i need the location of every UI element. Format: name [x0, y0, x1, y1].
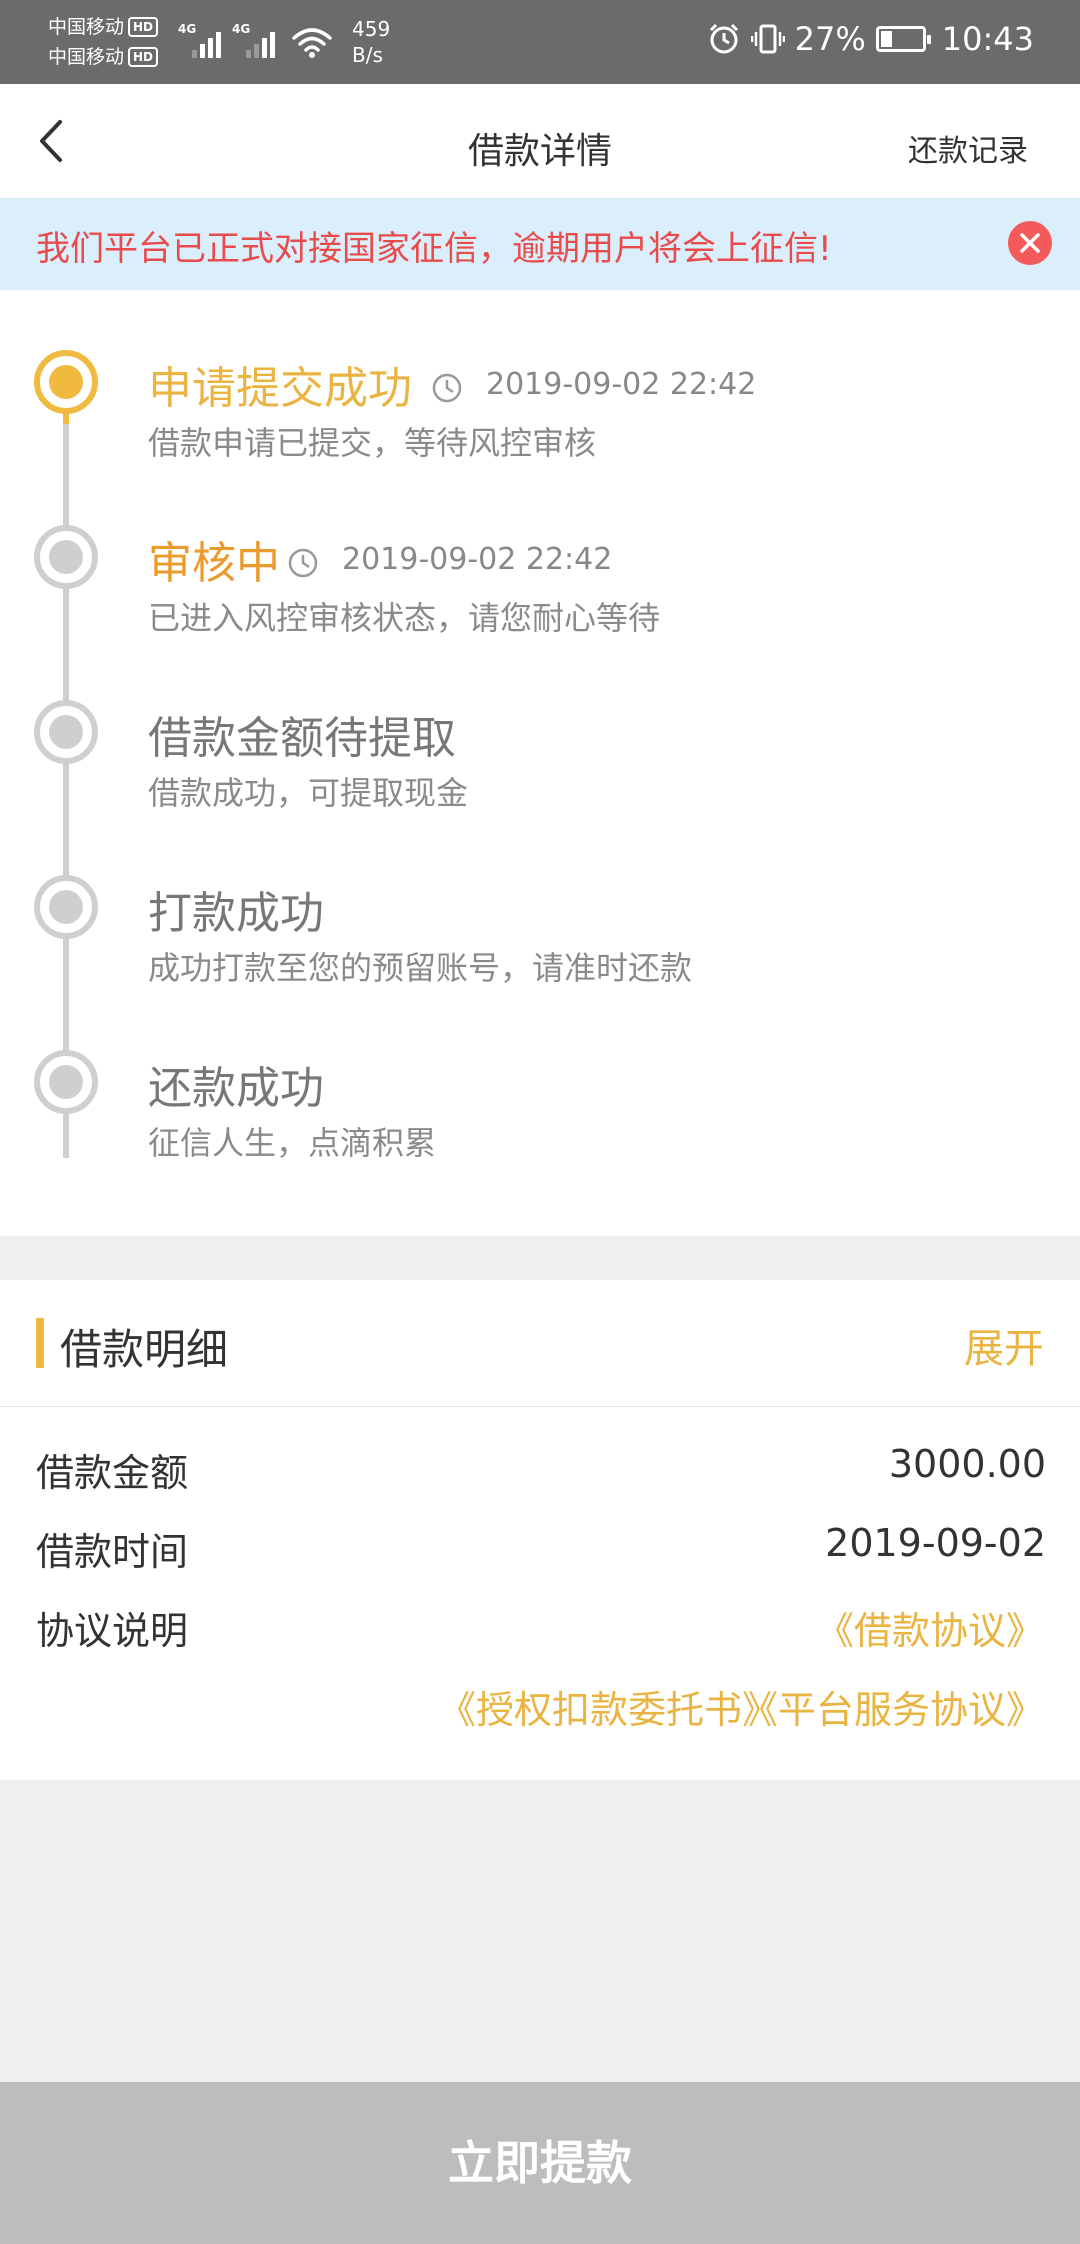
step-title: 还款成功 [148, 1063, 324, 1114]
agreement-links-row: 《授权扣款委托书》 《平台服务协议》 [0, 1679, 1080, 1739]
step-desc: 已进入风控审核状态，请您耐心等待 [148, 599, 661, 637]
notice-text: 我们平台已正式对接国家征信，逾期用户将会上征信! [36, 229, 832, 269]
carrier-name-1: 中国移动 [48, 16, 125, 38]
alarm-icon [709, 23, 738, 54]
clock-icon [288, 548, 318, 578]
step-title: 审核中 [148, 538, 280, 589]
status-bar: 中国移动 HD 中国移动 HD 4G 4G 459 B/s 27% 10:43 [0, 0, 1080, 84]
loan-time-label: 借款时间 [36, 1530, 189, 1574]
step-dot [34, 875, 98, 939]
step-time: 2019-09-02 22:42 [486, 366, 757, 402]
authorization-agreement-link[interactable]: 《授权扣款委托书》 [438, 1679, 780, 1734]
progress-timeline: 申请提交成功 2019-09-02 22:42 借款申请已提交，等待风控审核 审… [0, 290, 1080, 1236]
agreement-row: 协议说明 《借款协议》 [0, 1600, 1080, 1660]
loan-agreement-link[interactable]: 《借款协议》 [816, 1600, 1044, 1655]
close-icon[interactable] [1008, 221, 1052, 265]
battery-level [880, 31, 892, 47]
battery-percent: 27% [794, 20, 866, 58]
status-right: 27% 10:43 [707, 20, 1034, 58]
loan-detail-card: 借款明细 展开 借款金额 3000.00 借款时间 2019-09-02 协议说… [0, 1280, 1080, 1780]
timeline-step-reviewing: 审核中 2019-09-02 22:42 已进入风控审核状态，请您耐心等待 [0, 525, 1080, 675]
hd-badge-1: HD [128, 17, 159, 37]
wifi-icon [292, 28, 332, 58]
step-dot [34, 700, 98, 764]
nav-header: 借款详情 还款记录 [0, 84, 1080, 199]
net-speed-value: 459 [352, 17, 391, 41]
section-title: 借款明细 [60, 1325, 229, 1374]
timeline-step-submitted: 申请提交成功 2019-09-02 22:42 借款申请已提交，等待风控审核 [0, 350, 1080, 500]
battery-icon [875, 26, 931, 52]
notice-banner: 我们平台已正式对接国家征信，逾期用户将会上征信! [0, 199, 1080, 290]
step-desc: 借款申请已提交，等待风控审核 [148, 424, 597, 462]
agreement-label: 协议说明 [36, 1609, 189, 1653]
timeline-step-paid: 打款成功 成功打款至您的预留账号，请准时还款 [0, 875, 1080, 1025]
step-title: 申请提交成功 [148, 363, 412, 414]
signal-icon: 4G [232, 20, 276, 60]
timeline-step-repaid: 还款成功 征信人生，点滴积累 [0, 1050, 1080, 1200]
timeline-step-withdraw: 借款金额待提取 借款成功，可提取现金 [0, 700, 1080, 850]
step-dot-done [34, 350, 98, 414]
signal-icon: 4G [178, 20, 222, 60]
loan-amount-value: 3000.00 [888, 1442, 1046, 1486]
step-dot [34, 525, 98, 589]
step-desc: 成功打款至您的预留账号，请准时还款 [148, 949, 693, 987]
withdraw-now-button[interactable]: 立即提款 [0, 2082, 1080, 2244]
repayment-record-link[interactable]: 还款记录 [908, 126, 1028, 170]
step-desc: 借款成功，可提取现金 [148, 774, 469, 812]
clock-time: 10:43 [941, 20, 1034, 58]
loan-time-value: 2019-09-02 [825, 1521, 1046, 1565]
step-title: 打款成功 [148, 888, 324, 939]
vibrate-icon [750, 24, 785, 54]
section-accent-bar [36, 1318, 44, 1368]
step-title: 借款金额待提取 [148, 713, 456, 764]
loan-time-row: 借款时间 2019-09-02 [0, 1521, 1080, 1581]
step-time: 2019-09-02 22:42 [342, 541, 613, 577]
step-dot [34, 1050, 98, 1114]
carrier-info: 中国移动 HD 中国移动 HD [48, 12, 159, 72]
platform-service-agreement-link[interactable]: 《平台服务协议》 [740, 1679, 1044, 1734]
hd-badge-2: HD [128, 47, 159, 67]
expand-button[interactable]: 展开 [964, 1316, 1044, 1374]
signal-indicators: 4G 4G [178, 20, 332, 60]
clock-icon [432, 373, 462, 403]
loan-amount-row: 借款金额 3000.00 [0, 1442, 1080, 1502]
step-desc: 征信人生，点滴积累 [148, 1124, 437, 1162]
net-speed: 459 B/s [352, 16, 390, 68]
loan-detail-header: 借款明细 展开 [0, 1280, 1080, 1407]
net-speed-unit: B/s [352, 43, 383, 67]
loan-amount-label: 借款金额 [36, 1451, 189, 1495]
carrier-name-2: 中国移动 [48, 46, 125, 68]
